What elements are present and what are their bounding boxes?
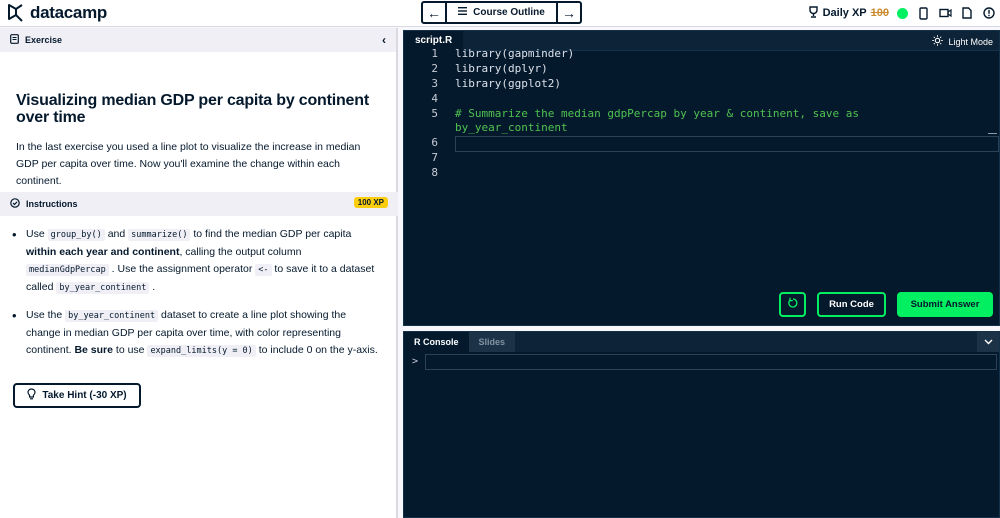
code-line: 5 # Summarize the median gdpPercap by yea… bbox=[404, 106, 999, 121]
code-line: by_year_continent bbox=[404, 120, 999, 135]
check-circle-icon bbox=[10, 198, 20, 210]
take-hint-label: Take Hint (-30 XP) bbox=[42, 390, 127, 401]
course-nav: ← Course Outline → bbox=[421, 1, 582, 24]
brand-name: datacamp bbox=[30, 3, 107, 22]
reset-icon bbox=[787, 297, 799, 312]
code-editor-panel: script.R Light Mode 1 library(gapminder) … bbox=[403, 30, 1000, 326]
console-panel: R Console Slides > bbox=[403, 331, 1000, 518]
exercise-title: Visualizing median GDP per capita by con… bbox=[16, 92, 369, 126]
code-snippet: expand_limits(y = 0) bbox=[147, 345, 256, 357]
menu-icon bbox=[458, 7, 468, 18]
instructions-header: Instructions 100 XP bbox=[0, 192, 398, 216]
line-number: 2 bbox=[431, 62, 438, 75]
instructions-list: Use group_by() and summarize() to find t… bbox=[12, 226, 382, 370]
take-hint-button[interactable]: Take Hint (-30 XP) bbox=[13, 383, 141, 408]
top-bar: datacamp ← Course Outline → Daily XP 100 bbox=[0, 0, 1000, 27]
code-snippet: group_by() bbox=[47, 229, 105, 241]
daily-xp-label: Daily XP bbox=[822, 7, 867, 19]
reset-code-button[interactable] bbox=[779, 292, 806, 317]
code-line: 4 bbox=[404, 91, 999, 106]
next-exercise-button[interactable]: → bbox=[558, 3, 580, 22]
online-status-icon bbox=[897, 7, 908, 19]
datacamp-logo[interactable]: datacamp bbox=[6, 3, 107, 23]
submit-answer-button[interactable]: Submit Answer bbox=[897, 292, 993, 317]
lightbulb-icon bbox=[27, 388, 36, 403]
code-snippet: by_year_continent bbox=[65, 310, 159, 322]
tab-r-console[interactable]: R Console bbox=[404, 332, 469, 352]
tab-slides[interactable]: Slides bbox=[468, 332, 516, 352]
instructions-section-label: Instructions bbox=[26, 199, 78, 209]
line-text: library(gapminder) bbox=[455, 47, 575, 60]
chevron-down-icon[interactable] bbox=[977, 332, 999, 352]
document-icon bbox=[10, 34, 19, 46]
course-outline-label: Course Outline bbox=[473, 7, 545, 18]
line-number: 3 bbox=[431, 77, 438, 90]
exercise-description: In the last exercise you used a line plo… bbox=[16, 141, 361, 187]
line-text: # Summarize the median gdpPercap by year… bbox=[455, 107, 859, 120]
collapse-panel-icon[interactable]: ‹ bbox=[382, 33, 386, 47]
datacamp-logo-icon bbox=[6, 3, 26, 23]
code-line: 2 library(dplyr) bbox=[404, 61, 999, 76]
code-line: 8 bbox=[404, 165, 999, 180]
xp-value: 100 bbox=[870, 7, 889, 19]
console-tabs: R Console Slides bbox=[404, 332, 999, 352]
code-snippet: <- bbox=[255, 264, 272, 276]
code-area[interactable]: 1 library(gapminder) 2 library(dplyr) 3 lib… bbox=[404, 47, 999, 325]
info-icon[interactable] bbox=[982, 6, 996, 20]
header-tools: Daily XP 100 bbox=[808, 3, 996, 23]
code-snippet: by_year_continent bbox=[56, 282, 150, 294]
xp-badge: 100 XP bbox=[353, 197, 388, 208]
line-number: 4 bbox=[431, 92, 438, 105]
line-text: library(dplyr) bbox=[455, 62, 548, 75]
instruction-item: Use the by_year_continent dataset to cre… bbox=[12, 307, 382, 360]
console-input[interactable] bbox=[425, 354, 997, 370]
prev-exercise-button[interactable]: ← bbox=[423, 3, 445, 22]
line-number: 6 bbox=[431, 136, 438, 149]
exercise-panel: Exercise ‹ Visualizing median GDP per ca… bbox=[0, 28, 398, 518]
mobile-icon[interactable] bbox=[916, 6, 930, 20]
light-mode-label: Light Mode bbox=[948, 36, 993, 47]
line-number: 5 bbox=[431, 107, 438, 120]
code-line: 7 bbox=[404, 150, 999, 165]
exercise-section-label: Exercise bbox=[25, 35, 63, 45]
instruction-item: Use group_by() and summarize() to find t… bbox=[12, 226, 382, 297]
course-outline-button[interactable]: Course Outline bbox=[445, 3, 558, 22]
daily-xp[interactable]: Daily XP 100 bbox=[808, 5, 889, 21]
code-snippet: summarize() bbox=[128, 229, 191, 241]
code-snippet: medianGdpPercap bbox=[26, 264, 109, 276]
line-text: by_year_continent bbox=[455, 121, 568, 134]
overview-ruler-mark bbox=[988, 133, 997, 134]
exercise-header: Exercise ‹ bbox=[0, 28, 396, 52]
code-line: 1 library(gapminder) bbox=[404, 46, 999, 61]
trophy-icon bbox=[808, 5, 819, 21]
slides-icon[interactable] bbox=[960, 6, 974, 20]
console-prompt: > bbox=[412, 356, 419, 367]
video-icon[interactable] bbox=[938, 6, 952, 20]
line-number: 1 bbox=[431, 47, 438, 60]
line-text: library(ggplot2) bbox=[455, 77, 561, 90]
line-number: 7 bbox=[431, 151, 438, 164]
run-code-button[interactable]: Run Code bbox=[817, 292, 886, 317]
code-line: 3 library(ggplot2) bbox=[404, 76, 999, 91]
active-line-highlight bbox=[455, 136, 999, 152]
line-number: 8 bbox=[431, 166, 438, 179]
